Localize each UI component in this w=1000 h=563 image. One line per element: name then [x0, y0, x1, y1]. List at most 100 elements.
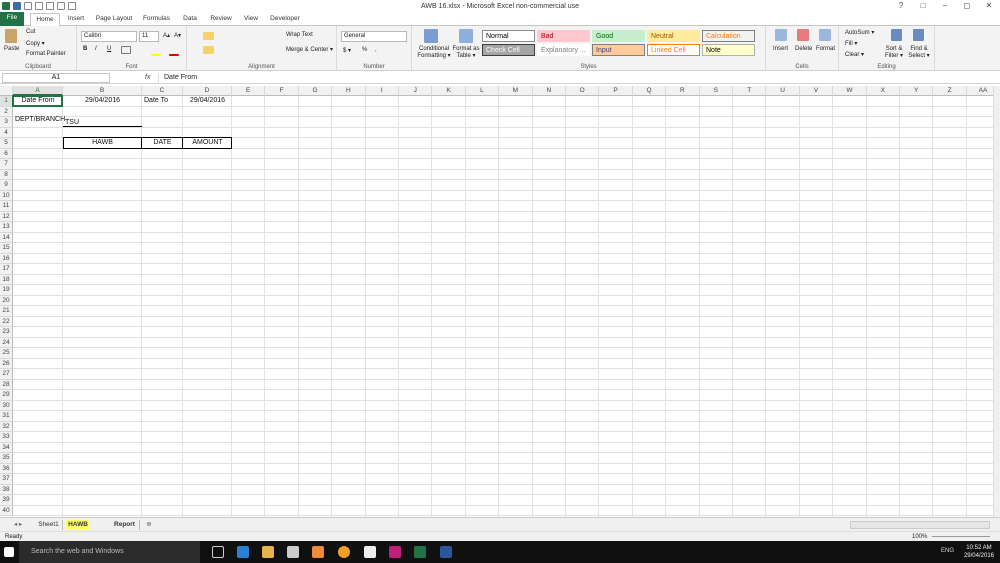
row-header-24[interactable]: 24 — [0, 337, 13, 348]
row-header-8[interactable]: 8 — [0, 169, 13, 180]
cell-style-good[interactable]: Good — [592, 30, 645, 42]
column-header-o[interactable]: O — [566, 86, 600, 96]
row-header-29[interactable]: 29 — [0, 390, 13, 401]
find-select-button[interactable]: Find & Select ▾ — [906, 46, 932, 59]
align-center-icon[interactable] — [203, 46, 214, 54]
cell-b5[interactable]: HAWB — [64, 138, 141, 148]
media-player-icon[interactable] — [312, 546, 324, 558]
row-header-32[interactable]: 32 — [0, 421, 13, 432]
row-header-6[interactable]: 6 — [0, 148, 13, 159]
column-header-p[interactable]: P — [599, 86, 633, 96]
column-header-u[interactable]: U — [766, 86, 800, 96]
row-header-21[interactable]: 21 — [0, 306, 13, 317]
font-name-select[interactable]: Calibri — [81, 31, 137, 42]
row-header-37[interactable]: 37 — [0, 474, 13, 485]
copy-button[interactable]: Copy ▾ — [26, 40, 45, 47]
insert-cells-icon[interactable] — [775, 29, 787, 41]
row-header-7[interactable]: 7 — [0, 159, 13, 170]
paste-icon[interactable] — [5, 29, 17, 43]
column-header-c[interactable]: C — [142, 86, 183, 96]
column-header-e[interactable]: E — [232, 86, 266, 96]
column-header-x[interactable]: X — [866, 86, 900, 96]
print-preview-icon[interactable] — [68, 2, 76, 10]
delete-cells-icon[interactable] — [797, 29, 809, 41]
row-header-12[interactable]: 12 — [0, 211, 13, 222]
cell-d1[interactable]: 29/04/2016 — [184, 96, 231, 106]
row-header-14[interactable]: 14 — [0, 232, 13, 243]
sheet-tab-sheet1[interactable]: Sheet1 — [35, 520, 63, 530]
percent-button[interactable]: % — [362, 47, 367, 53]
tab-view[interactable]: View — [239, 13, 263, 26]
tab-file[interactable]: File — [0, 12, 24, 26]
document-icon[interactable] — [364, 546, 376, 558]
row-header-10[interactable]: 10 — [0, 190, 13, 201]
align-middle-icon[interactable] — [203, 32, 214, 40]
find-select-icon[interactable] — [913, 29, 924, 41]
row-header-3[interactable]: 3 — [0, 117, 13, 128]
format-as-table-button[interactable]: Format as Table ▾ — [452, 46, 480, 59]
column-header-j[interactable]: J — [399, 86, 433, 96]
sheet-tab-report[interactable]: Report — [110, 520, 140, 530]
comma-button[interactable]: , — [375, 47, 377, 53]
column-header-s[interactable]: S — [699, 86, 733, 96]
clear-button[interactable]: Clear ▾ — [845, 51, 864, 58]
row-header-13[interactable]: 13 — [0, 222, 13, 233]
row-header-30[interactable]: 30 — [0, 400, 13, 411]
vertical-scrollbar[interactable] — [993, 86, 1000, 517]
column-header-aa[interactable]: AA — [966, 86, 993, 96]
ribbon-display-button[interactable]: □ — [912, 0, 934, 12]
column-header-v[interactable]: V — [799, 86, 834, 96]
word-taskbar-icon[interactable] — [440, 546, 452, 558]
row-header-4[interactable]: 4 — [0, 127, 13, 138]
row-header-26[interactable]: 26 — [0, 358, 13, 369]
cell-b1[interactable]: 29/04/2016 — [64, 96, 141, 106]
column-header-f[interactable]: F — [265, 86, 299, 96]
row-header-11[interactable]: 11 — [0, 201, 13, 212]
sheet-nav-arrows-icon[interactable]: ◂ ▸ — [3, 520, 33, 530]
zoom-slider[interactable] — [932, 536, 990, 537]
row-header-19[interactable]: 19 — [0, 285, 13, 296]
tab-page-layout[interactable]: Page Layout — [92, 13, 136, 26]
row-header-31[interactable]: 31 — [0, 411, 13, 422]
column-header-l[interactable]: L — [465, 86, 500, 96]
row-header-28[interactable]: 28 — [0, 379, 13, 390]
tab-data[interactable]: Data — [177, 13, 203, 26]
cell-d5[interactable]: AMOUNT — [184, 138, 231, 148]
cell-c5[interactable]: DATE — [143, 138, 182, 148]
row-header-22[interactable]: 22 — [0, 316, 13, 327]
help-button[interactable]: ? — [890, 0, 912, 12]
sort-filter-button[interactable]: Sort & Filter ▾ — [883, 46, 905, 59]
edge-browser-icon[interactable] — [237, 546, 249, 558]
column-header-g[interactable]: G — [298, 86, 333, 96]
format-painter-button[interactable]: Format Painter — [26, 51, 66, 57]
cell-style-input[interactable]: Input — [592, 44, 645, 56]
fs-app-icon[interactable] — [389, 546, 401, 558]
column-header-d[interactable]: D — [183, 86, 232, 96]
task-view-icon[interactable] — [212, 546, 224, 558]
row-header-35[interactable]: 35 — [0, 453, 13, 464]
format-cells-button[interactable]: Format — [816, 46, 835, 52]
row-header-40[interactable]: 40 — [0, 505, 13, 516]
number-format-select[interactable]: General — [341, 31, 407, 42]
shrink-font-button[interactable]: A▾ — [174, 32, 181, 39]
cell-style-explanatory[interactable]: Explanatory ... — [537, 44, 590, 56]
insert-function-button[interactable]: fx — [145, 72, 150, 84]
redo-icon[interactable] — [35, 2, 43, 10]
close-button[interactable]: ✕ — [978, 0, 1000, 12]
row-header-17[interactable]: 17 — [0, 264, 13, 275]
cell-b3[interactable]: TSU — [64, 118, 141, 128]
column-header-b[interactable]: B — [63, 86, 142, 96]
store-icon[interactable] — [287, 546, 299, 558]
minimize-button[interactable]: – — [934, 0, 956, 12]
cell-style-neutral[interactable]: Neutral — [647, 30, 700, 42]
row-header-5[interactable]: 5 — [0, 138, 13, 149]
column-header-t[interactable]: T — [733, 86, 767, 96]
column-header-q[interactable]: Q — [632, 86, 667, 96]
italic-button[interactable]: I — [95, 46, 97, 52]
undo-icon[interactable] — [24, 2, 32, 10]
open-file-icon[interactable] — [57, 2, 65, 10]
excel-taskbar-icon[interactable] — [414, 546, 426, 558]
row-header-20[interactable]: 20 — [0, 295, 13, 306]
row-header-38[interactable]: 38 — [0, 484, 13, 495]
file-explorer-icon[interactable] — [262, 546, 274, 558]
